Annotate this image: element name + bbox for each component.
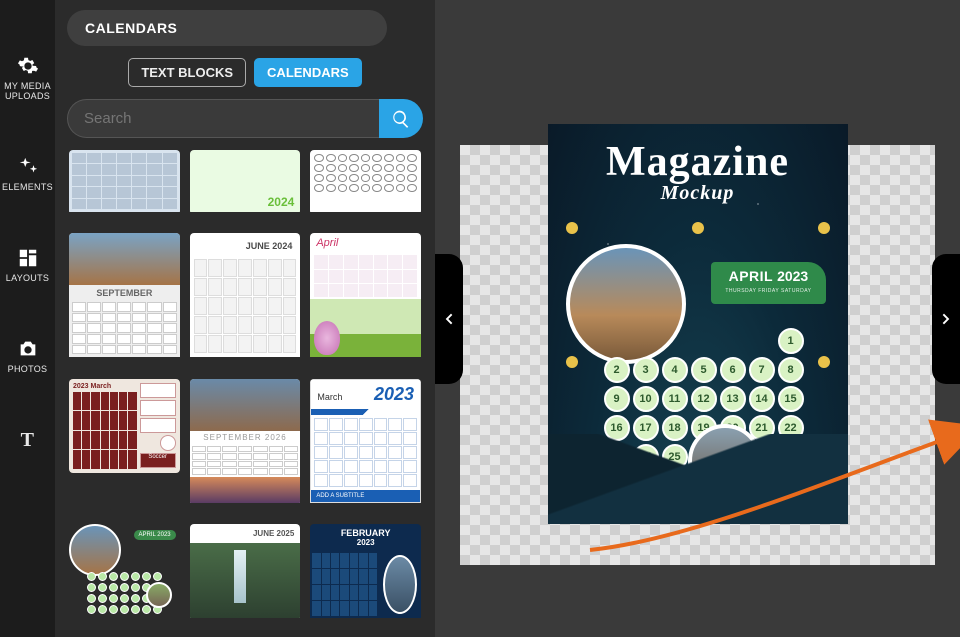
date-cell[interactable]: 11 (662, 386, 688, 412)
rail-item-uploads[interactable]: MY MEDIA UPLOADS (0, 55, 55, 101)
thumb-caption: APRIL 2023 (134, 530, 176, 540)
text-icon: T (17, 429, 39, 451)
rail-item-layouts[interactable]: LAYOUTS (0, 247, 55, 283)
calendar-thumb[interactable]: FEBRUARY2023 (310, 524, 421, 621)
arrow-left-icon (441, 311, 457, 327)
date-cell[interactable]: 10 (633, 386, 659, 412)
rail-label: MY MEDIA UPLOADS (0, 81, 55, 101)
tab-calendars[interactable]: CALENDARS (254, 58, 362, 87)
date-cell[interactable]: 8 (778, 357, 804, 383)
rail-item-text[interactable]: T (0, 429, 55, 455)
breadcrumb: CALENDARS (67, 10, 387, 46)
selection-handle[interactable] (692, 222, 704, 234)
rail-item-elements[interactable]: ELEMENTS (0, 156, 55, 192)
sparkle-icon (17, 156, 39, 178)
design-page[interactable]: Magazine Mockup APRIL2023 THURSDAY FRIDA… (548, 124, 848, 524)
search-input[interactable] (67, 99, 379, 138)
date-cell[interactable]: 14 (749, 386, 775, 412)
thumb-caption: 2023 (374, 384, 414, 405)
date-cell[interactable]: 15 (778, 386, 804, 412)
date-cell[interactable]: 3 (633, 357, 659, 383)
date-cell[interactable]: 5 (691, 357, 717, 383)
panel-collapse-left[interactable] (435, 254, 463, 384)
date-cell[interactable]: 4 (662, 357, 688, 383)
search-row (67, 99, 423, 138)
template-grid: SEPTEMBER JUNE 2024 April 2023 March Socc… (67, 146, 423, 637)
selection-handle[interactable] (566, 222, 578, 234)
date-cell[interactable]: 9 (604, 386, 630, 412)
date-cell[interactable]: 6 (720, 357, 746, 383)
date-cell[interactable]: 7 (749, 357, 775, 383)
calendar-thumb[interactable]: 2023 March Soccer (69, 379, 180, 473)
thumb-caption: 2023 March (73, 383, 137, 390)
app-root: MY MEDIA UPLOADS ELEMENTS LAYOUTS PHOTOS… (0, 0, 960, 637)
mountain-silhouette (548, 434, 848, 524)
selection-handle[interactable] (818, 222, 830, 234)
thumb-caption: JUNE 2024 (190, 233, 301, 255)
calendar-thumb[interactable]: JUNE 2025 (190, 524, 301, 621)
panel-tabs: TEXT BLOCKS CALENDARS (67, 58, 423, 87)
calendar-thumb[interactable]: March 2023 ADD A SUBTITLE (310, 379, 421, 506)
thumb-caption: JUNE 2025 (190, 524, 301, 543)
gears-icon (17, 55, 39, 77)
thumb-caption: SEPTEMBER (69, 285, 180, 299)
calendar-thumb-selected[interactable]: APRIL 2023 (69, 524, 180, 621)
soccer-icon (160, 435, 176, 451)
tab-text-blocks[interactable]: TEXT BLOCKS (128, 58, 246, 87)
thumb-caption: Soccer (140, 453, 176, 469)
month-label: APRIL (729, 268, 774, 284)
selection-handle[interactable] (566, 356, 578, 368)
thumb-caption: March (317, 392, 342, 402)
calendar-thumb[interactable] (310, 150, 421, 215)
arrow-right-icon (938, 311, 954, 327)
calendar-thumb[interactable]: SEPTEMBER 2026 (190, 379, 301, 506)
search-icon (391, 109, 411, 129)
date-cell[interactable]: 13 (720, 386, 746, 412)
calendar-thumb[interactable]: April (310, 233, 421, 360)
tool-rail: MY MEDIA UPLOADS ELEMENTS LAYOUTS PHOTOS… (0, 0, 55, 637)
thumb-caption: ADD A SUBTITLE (311, 490, 420, 502)
calendar-thumb[interactable]: SEPTEMBER (69, 233, 180, 360)
rail-label: PHOTOS (8, 364, 48, 374)
thumb-caption: FEBRUARY (341, 528, 391, 538)
thumb-caption: 2023 (314, 538, 417, 547)
layouts-icon (17, 247, 39, 269)
year-label: 2023 (777, 268, 808, 284)
rail-label: ELEMENTS (2, 182, 53, 192)
search-button[interactable] (379, 99, 423, 138)
month-badge[interactable]: APRIL2023 THURSDAY FRIDAY SATURDAY (711, 262, 825, 304)
weekday-hint: THURSDAY FRIDAY SATURDAY (725, 288, 811, 294)
rail-item-photos[interactable]: PHOTOS (0, 338, 55, 374)
date-cell[interactable]: 12 (691, 386, 717, 412)
rail-label: LAYOUTS (6, 273, 49, 283)
panel-collapse-right[interactable] (932, 254, 960, 384)
canvas-area: Magazine Mockup APRIL2023 THURSDAY FRIDA… (435, 0, 960, 637)
thumb-caption: April (310, 233, 421, 253)
calendar-thumb[interactable]: JUNE 2024 (190, 233, 301, 360)
camera-icon (17, 338, 39, 360)
date-cell[interactable]: 2 (604, 357, 630, 383)
calendar-thumb[interactable] (190, 150, 301, 215)
date-cell[interactable]: 1 (778, 328, 804, 354)
asset-panel: CALENDARS TEXT BLOCKS CALENDARS SEPTEMBE… (55, 0, 435, 637)
selection-handle[interactable] (818, 356, 830, 368)
thumb-caption: SEPTEMBER 2026 (190, 431, 301, 444)
calendar-thumb[interactable] (69, 150, 180, 215)
